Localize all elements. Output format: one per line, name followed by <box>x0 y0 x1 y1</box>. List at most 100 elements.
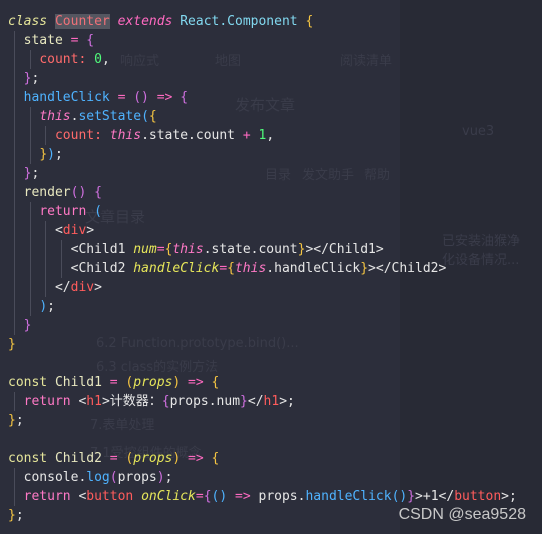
code-token: > <box>86 223 95 238</box>
indent-guide <box>29 240 31 259</box>
code-token: log <box>86 470 110 485</box>
code-token: onClick <box>141 489 196 504</box>
code-token: { <box>211 451 220 466</box>
indent-guide <box>45 259 47 278</box>
code-token: ; <box>31 166 40 181</box>
indent-guide <box>60 259 62 278</box>
code-token: , <box>101 52 110 67</box>
code-token: => <box>235 489 251 504</box>
indent-guide <box>14 69 15 88</box>
code-token: () <box>211 489 228 504</box>
code-token: } <box>240 394 248 409</box>
code-line: render() { <box>8 183 517 202</box>
code-token: props <box>117 470 157 485</box>
indent-guide <box>14 145 15 164</box>
code-token: ></Child2> <box>368 261 447 276</box>
code-token: handleClick <box>23 90 110 105</box>
code-token: this <box>109 128 142 143</box>
code-token: = <box>219 261 228 276</box>
code-token: 0 <box>94 52 102 67</box>
indent-guide <box>29 297 31 316</box>
code-token: return <box>39 204 87 219</box>
code-token: ( <box>94 204 102 219</box>
code-line: return <h1>计数器：{props.num}</h1>; <box>8 392 517 411</box>
code-line: }; <box>8 164 517 183</box>
indent-guide <box>14 31 15 50</box>
code-token: ( <box>109 470 118 485</box>
code-line: </div> <box>8 278 517 297</box>
code-token: ; <box>47 299 55 314</box>
code-line: count: 0, <box>8 50 517 69</box>
code-token: .handleClick <box>266 261 361 276</box>
code-token: Child2 <box>54 451 102 466</box>
code-token: this <box>39 109 71 124</box>
code-token: { <box>227 261 235 276</box>
code-token: { <box>180 90 189 105</box>
code-token: this <box>234 261 267 276</box>
code-line: <Child1 num={this.state.count}></Child1> <box>8 240 517 259</box>
code-line: <div> <box>8 221 517 240</box>
code-token: props. <box>250 489 306 504</box>
indent-guide <box>14 202 15 221</box>
indent-guide <box>45 240 47 259</box>
code-token: } <box>360 261 369 276</box>
code-token: = <box>109 375 118 390</box>
code-token: { <box>148 109 157 124</box>
code-line: console.log(props); <box>8 468 517 487</box>
code-token: , <box>266 128 275 143</box>
indent-guide <box>29 145 31 164</box>
indent-guide <box>14 164 15 183</box>
code-token: h1 <box>86 394 102 409</box>
code-line: <Child2 handleClick={this.handleClick}><… <box>8 259 517 278</box>
code-token: ; <box>54 147 63 162</box>
code-token: () <box>391 489 408 504</box>
code-line: handleClick = () => { <box>8 88 517 107</box>
code-token: { <box>94 185 102 200</box>
code-token: < <box>70 489 87 504</box>
code-token: Counter <box>54 14 110 29</box>
indent-guide <box>29 202 31 221</box>
code-token: button <box>454 489 502 504</box>
code-token: </ <box>247 394 264 409</box>
code-token: return <box>23 489 71 504</box>
code-token: console. <box>8 470 87 485</box>
code-token: { <box>203 489 212 504</box>
code-token: class <box>8 14 48 29</box>
code-token: props <box>133 375 173 390</box>
code-token: .state.count <box>203 242 298 257</box>
code-line: return <button onClick={() => props.hand… <box>8 487 517 506</box>
indent-guide <box>29 259 31 278</box>
code-token: ( <box>141 109 149 124</box>
code-line: this.setState({ <box>8 107 517 126</box>
indent-guide <box>14 259 15 278</box>
code-line: } <box>8 316 517 335</box>
code-token: React.Component <box>180 14 298 29</box>
code-token: = <box>109 451 118 466</box>
indent-guide <box>14 221 15 240</box>
indent-guide <box>29 221 31 240</box>
code-token: () <box>70 185 87 200</box>
code-line: class Counter extends React.Component { <box>8 12 517 31</box>
code-token: num <box>133 242 157 257</box>
indent-guide <box>14 50 15 69</box>
code-token: div <box>70 280 95 295</box>
code-line: }; <box>8 69 517 88</box>
